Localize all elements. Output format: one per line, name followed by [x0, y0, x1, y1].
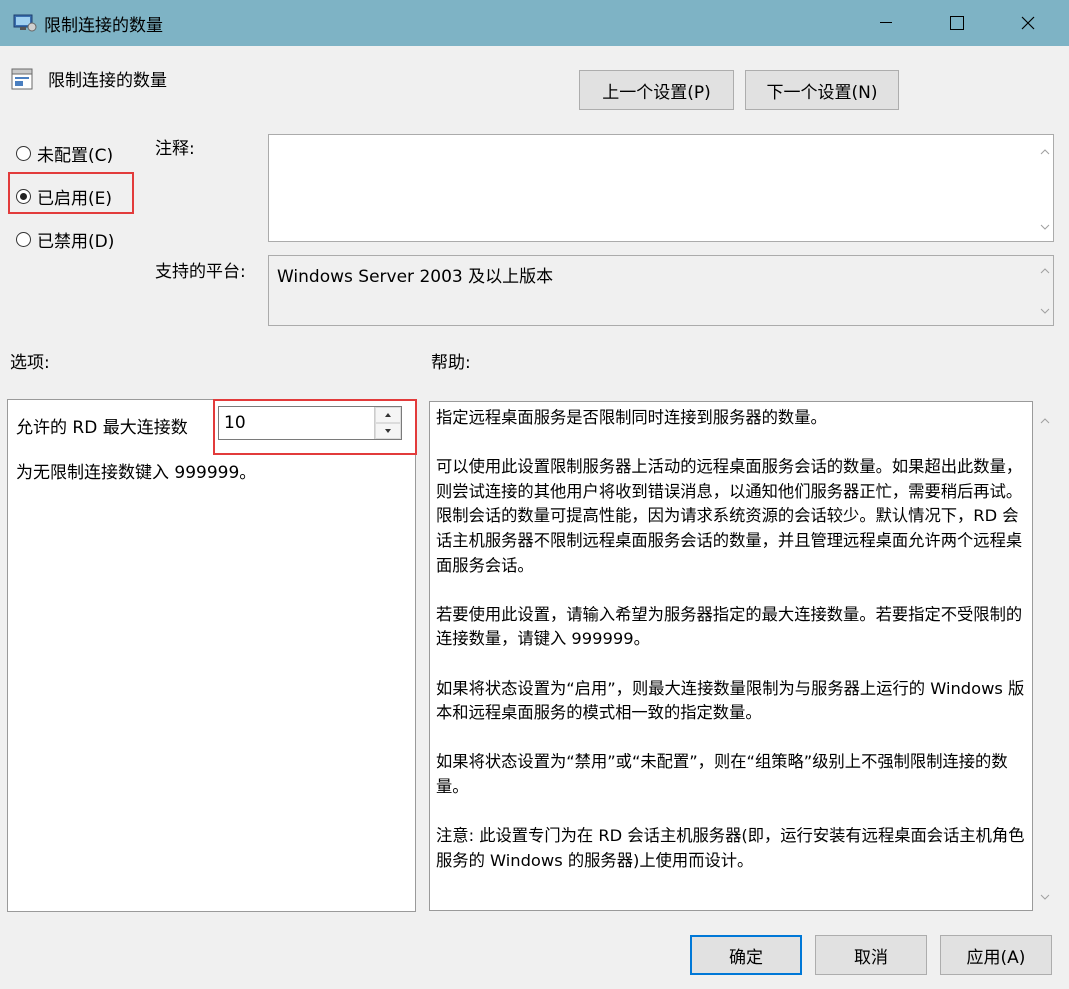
- platform-scrollbar[interactable]: [1036, 256, 1053, 325]
- comment-scrollbar[interactable]: [1036, 135, 1053, 241]
- comment-label: 注释:: [155, 139, 195, 159]
- close-icon: [1021, 16, 1035, 30]
- scroll-up-icon[interactable]: [1036, 143, 1053, 160]
- title-bar: 限制连接的数量: [0, 0, 1069, 46]
- platform-value: Windows Server 2003 及以上版本: [277, 267, 554, 287]
- help-paragraph: 指定远程桌面服务是否限制同时连接到服务器的数量。: [436, 408, 827, 427]
- cancel-button[interactable]: 取消: [815, 935, 927, 975]
- platform-field: Windows Server 2003 及以上版本: [268, 255, 1054, 326]
- help-section-label: 帮助:: [431, 353, 471, 373]
- close-button[interactable]: [998, 0, 1058, 46]
- platform-label: 支持的平台:: [155, 262, 246, 282]
- help-paragraph: 如果将状态设置为“启用”，则最大连接数量限制为与服务器上运行的 Windows …: [436, 678, 1025, 723]
- ok-button[interactable]: 确定: [690, 935, 802, 975]
- radio-label: 已禁用(D): [37, 232, 115, 252]
- apply-button[interactable]: 应用(A): [940, 935, 1052, 975]
- radio-circle: [16, 189, 31, 204]
- help-panel: 指定远程桌面服务是否限制同时连接到服务器的数量。 可以使用此设置限制服务器上活动…: [429, 401, 1033, 911]
- scroll-down-icon[interactable]: [1036, 302, 1053, 319]
- scroll-down-icon[interactable]: [1036, 218, 1053, 235]
- policy-app-icon: [12, 11, 38, 33]
- help-paragraph: 注意: 此设置专门为在 RD 会话主机服务器(即，运行安装有远程桌面会话主机角色…: [436, 826, 1025, 870]
- window-title: 限制连接的数量: [44, 16, 163, 36]
- help-paragraph: 可以使用此设置限制服务器上活动的远程桌面服务会话的数量。如果超出此数量，则尝试连…: [436, 457, 1023, 575]
- scroll-up-icon[interactable]: [1040, 409, 1050, 429]
- minimize-button[interactable]: [856, 0, 916, 46]
- options-section-label: 选项:: [10, 353, 50, 373]
- help-paragraph: 如果将状态设置为“禁用”或“未配置”，则在“组策略”级别上不强制限制连接的数量。: [436, 752, 1008, 796]
- comment-field[interactable]: [268, 134, 1054, 242]
- comment-value: [269, 135, 1053, 143]
- radio-circle: [16, 146, 31, 161]
- radio-not-configured[interactable]: 未配置(C): [16, 141, 113, 166]
- radio-label: 未配置(C): [37, 146, 114, 166]
- previous-setting-button[interactable]: 上一个设置(P): [579, 70, 734, 110]
- help-scrollbar[interactable]: [1037, 401, 1054, 911]
- unlimited-hint: 为无限制连接数键入 999999。: [16, 463, 257, 483]
- radio-label: 已启用(E): [37, 189, 113, 209]
- setting-title: 限制连接的数量: [48, 71, 167, 91]
- help-paragraph: 若要使用此设置，请输入希望为服务器指定的最大连接数量。若要指定不受限制的连接数量…: [436, 604, 1023, 649]
- help-text: 指定远程桌面服务是否限制同时连接到服务器的数量。 可以使用此设置限制服务器上活动…: [430, 402, 1032, 902]
- radio-disabled[interactable]: 已禁用(D): [16, 227, 114, 252]
- radio-enabled[interactable]: 已启用(E): [16, 184, 112, 209]
- max-connections-label: 允许的 RD 最大连接数: [16, 418, 188, 438]
- value-highlight-box: [213, 399, 417, 455]
- radio-dot: [20, 193, 27, 200]
- radio-circle: [16, 232, 31, 247]
- scroll-down-icon[interactable]: [1040, 885, 1050, 905]
- next-setting-button[interactable]: 下一个设置(N): [745, 70, 899, 110]
- policy-setting-icon: [10, 66, 36, 92]
- maximize-button[interactable]: [927, 0, 987, 46]
- scroll-up-icon[interactable]: [1036, 262, 1053, 279]
